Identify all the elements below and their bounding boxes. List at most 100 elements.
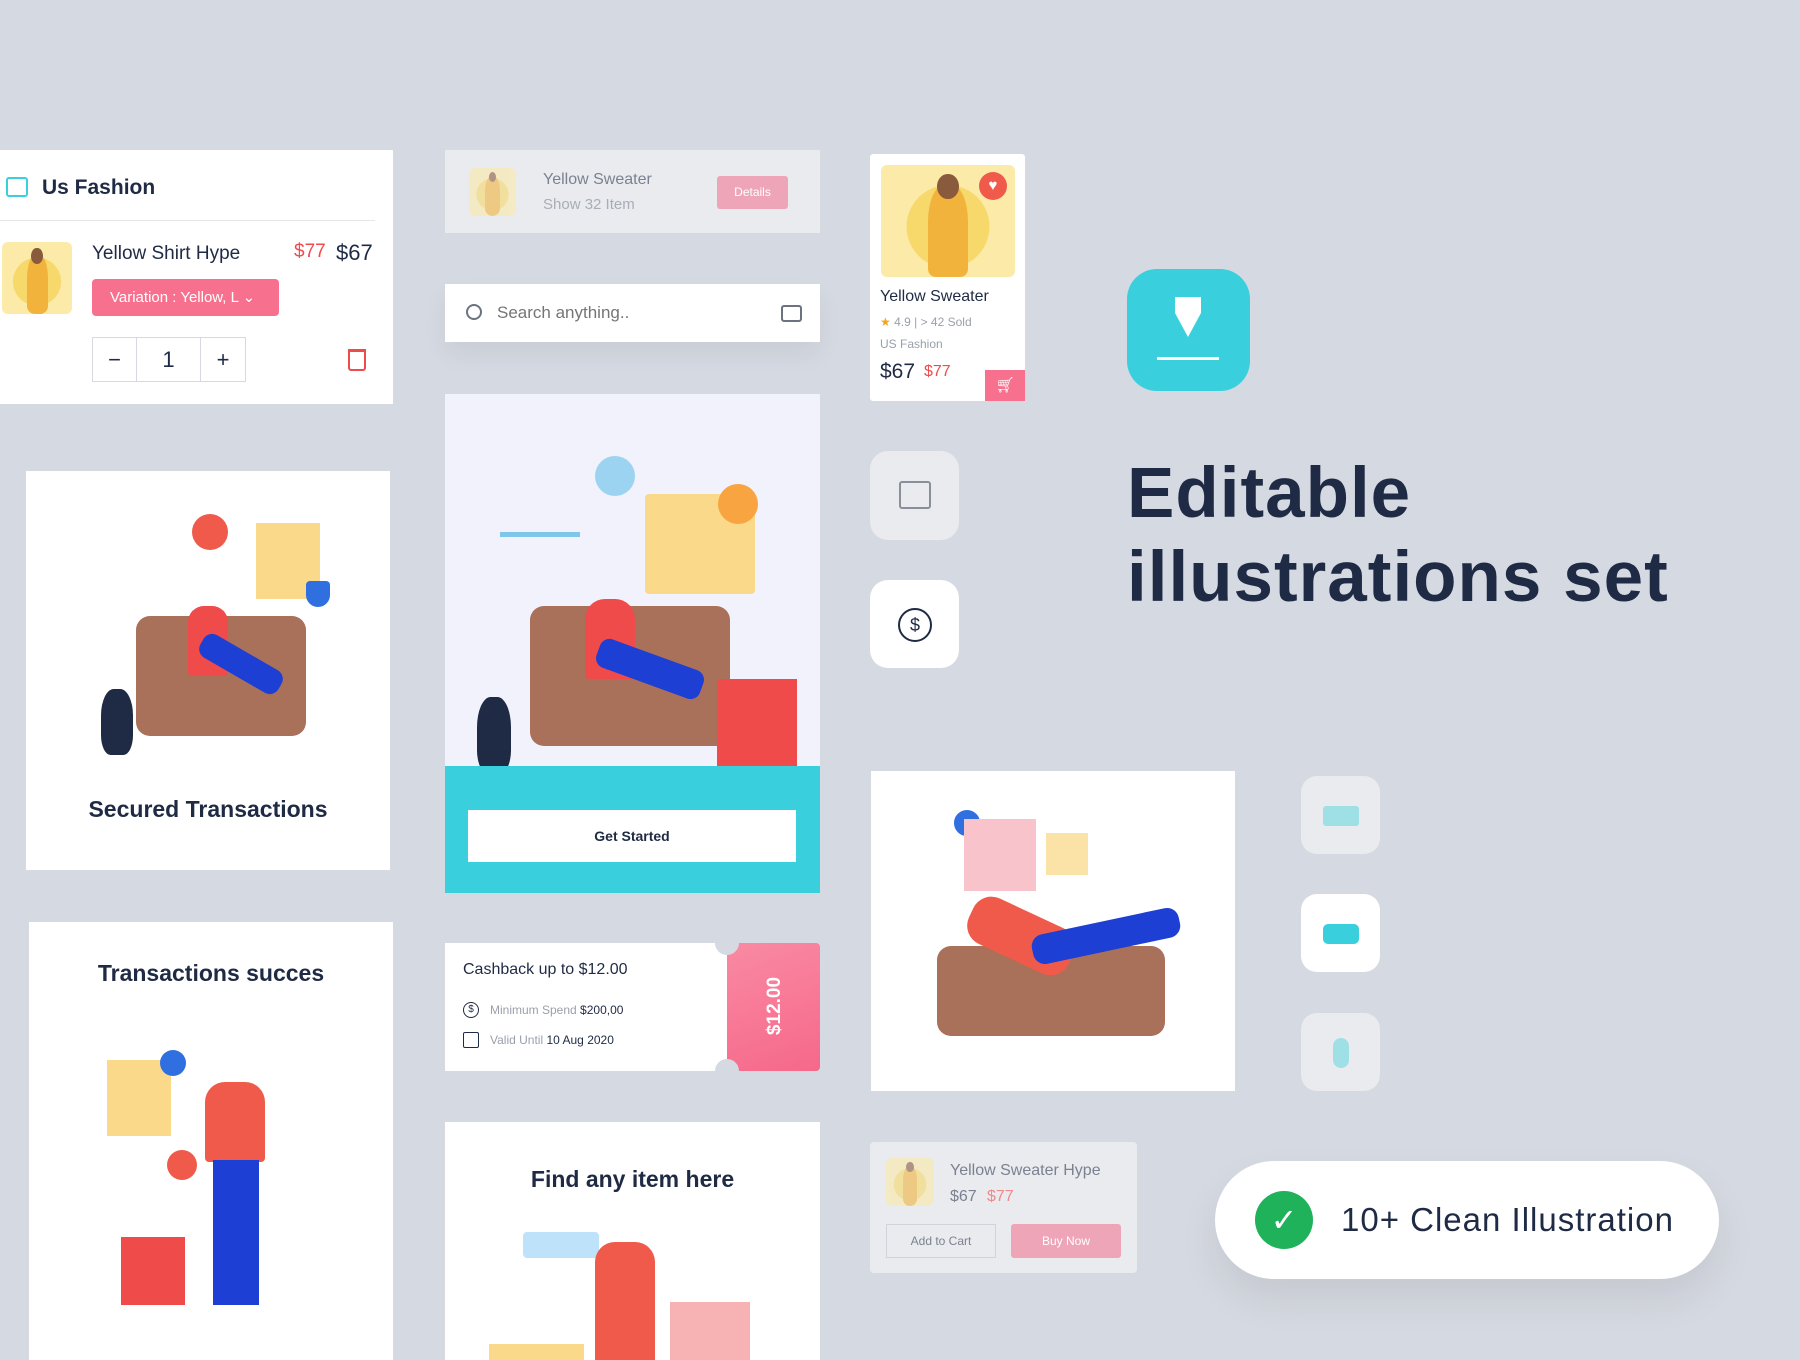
- product-name: Yellow Shirt Hype: [92, 243, 241, 264]
- payment-button[interactable]: $: [870, 580, 959, 668]
- router-icon: [1323, 806, 1359, 826]
- pen-tool-logo: [1127, 269, 1250, 391]
- dollar-icon: $: [898, 608, 932, 642]
- buy-now-button[interactable]: Buy Now: [1011, 1224, 1121, 1258]
- get-started-button[interactable]: Get Started: [468, 810, 796, 862]
- onboarding-card: Get Started: [445, 394, 820, 893]
- valid-label: Valid Until: [490, 1033, 544, 1047]
- store-icon: [6, 177, 28, 197]
- cart-badge: [167, 1150, 197, 1180]
- product-thumbnail: [886, 1158, 934, 1206]
- person-legs: [213, 1160, 259, 1305]
- add-to-cart-button[interactable]: Add to Cart: [886, 1224, 996, 1258]
- headline: Editable illustrations set: [1127, 452, 1669, 620]
- product-price: $67: [880, 360, 916, 383]
- chevron-down-icon: ⌄: [242, 289, 256, 306]
- trash-icon[interactable]: [348, 349, 366, 371]
- plant-vase: [477, 697, 511, 773]
- card-strip: [489, 1344, 584, 1360]
- camera-icon[interactable]: [781, 305, 802, 322]
- buy-card: Yellow Sweater Hype $67 $77 Add to Cart …: [870, 1142, 1137, 1273]
- clock-illustration: [595, 456, 635, 496]
- cashback-voucher[interactable]: Cashback up to $12.00 $ Minimum Spend $2…: [445, 931, 820, 1083]
- price: $67: [336, 240, 373, 265]
- buy-product-name: Yellow Sweater Hype: [950, 1162, 1101, 1179]
- product-thumbnail: [469, 168, 516, 216]
- transaction-success-card: Transactions succes: [29, 922, 393, 1360]
- quantity-value[interactable]: 1: [137, 338, 201, 381]
- plant-vase: [101, 689, 133, 755]
- pen-nib-icon: [1175, 297, 1201, 337]
- cart-badge: [718, 484, 758, 524]
- dollar-icon: $: [463, 1002, 479, 1018]
- feature-badge: ✓ 10+ Clean Illustration: [1215, 1161, 1719, 1279]
- scooter-icon: [1333, 1038, 1349, 1068]
- store-icon: [899, 481, 931, 509]
- sold-count: > 42 Sold: [920, 315, 972, 329]
- variation-dropdown[interactable]: Variation : Yellow, L ⌄: [92, 279, 279, 316]
- monitor-frame: [1046, 833, 1088, 875]
- person: [205, 1082, 265, 1162]
- product-store: US Fashion: [880, 337, 943, 351]
- product-old-price: $77: [924, 363, 951, 380]
- variation-label: Variation : Yellow, L: [110, 289, 239, 306]
- min-spend-label: Minimum Spend: [490, 1003, 577, 1017]
- product-thumbnail: [2, 242, 72, 314]
- cart-card: Us Fashion Yellow Shirt Hype $77 $67 Var…: [0, 150, 393, 404]
- badge-text: 10+ Clean Illustration: [1341, 1201, 1674, 1238]
- check-badge: [160, 1050, 186, 1076]
- search-bar[interactable]: [445, 284, 820, 342]
- quantity-stepper[interactable]: − 1 +: [92, 337, 246, 382]
- shield-icon: [306, 581, 330, 607]
- star-icon: ★: [880, 315, 891, 329]
- shelf-illustration: [500, 532, 580, 537]
- secured-transactions-card: Secured Transactions: [26, 471, 390, 870]
- cart-badge: [192, 514, 228, 550]
- profile-chip: [523, 1232, 599, 1258]
- increment-button[interactable]: +: [201, 338, 245, 381]
- details-title: Yellow Sweater: [543, 171, 652, 188]
- details-subtitle: Show 32 Item: [543, 196, 635, 213]
- store-button[interactable]: [870, 451, 959, 540]
- details-button[interactable]: Details: [717, 176, 788, 209]
- secured-title: Secured Transactions: [88, 796, 328, 822]
- box: [670, 1302, 750, 1360]
- heart-icon: ♥: [988, 177, 998, 194]
- router-icon-tile[interactable]: [1301, 776, 1380, 854]
- old-price: $77: [294, 241, 326, 262]
- shopping-bag-frame: [107, 1060, 171, 1136]
- headline-line-1: Editable: [1127, 454, 1412, 533]
- decrement-button[interactable]: −: [93, 338, 137, 381]
- find-title: Find any item here: [530, 1166, 735, 1192]
- check-circle-icon: ✓: [1255, 1191, 1313, 1249]
- person: [595, 1242, 655, 1360]
- sofa-icon: [1323, 924, 1359, 944]
- relax-illustration-card: [871, 771, 1235, 1091]
- search-input[interactable]: [497, 298, 747, 328]
- cart-icon: 🛒︎: [995, 377, 1015, 394]
- sofa-icon-tile[interactable]: [1301, 894, 1380, 972]
- store-name: Us Fashion: [42, 176, 156, 199]
- find-item-card: Find any item here: [445, 1122, 820, 1360]
- calendar-icon: [463, 1032, 479, 1048]
- scooter-icon-tile[interactable]: [1301, 1013, 1380, 1091]
- valid-value: 10 Aug 2020: [546, 1033, 614, 1047]
- buy-price: $67: [950, 1188, 977, 1205]
- divider: [0, 220, 375, 221]
- boxes: [717, 679, 797, 779]
- buy-old-price: $77: [987, 1188, 1014, 1205]
- tv-frame: [964, 819, 1036, 891]
- boxes: [121, 1237, 185, 1305]
- rating: 4.9: [894, 315, 911, 329]
- add-to-cart-button[interactable]: 🛒︎: [985, 370, 1025, 401]
- product-card[interactable]: ♥ Yellow Sweater ★ 4.9 | > 42 Sold US Fa…: [870, 154, 1025, 401]
- success-title: Transactions succes: [97, 960, 325, 986]
- cashback-title: Cashback up to $12.00: [463, 961, 628, 978]
- details-card: Yellow Sweater Show 32 Item Details: [445, 150, 820, 233]
- search-icon: [466, 304, 482, 320]
- min-spend-value: $200,00: [580, 1003, 624, 1017]
- favorite-button[interactable]: ♥: [979, 172, 1007, 200]
- cashback-amount: $12.00: [764, 976, 785, 1036]
- product-name: Yellow Sweater: [880, 288, 989, 305]
- headline-line-2: illustrations set: [1127, 538, 1669, 617]
